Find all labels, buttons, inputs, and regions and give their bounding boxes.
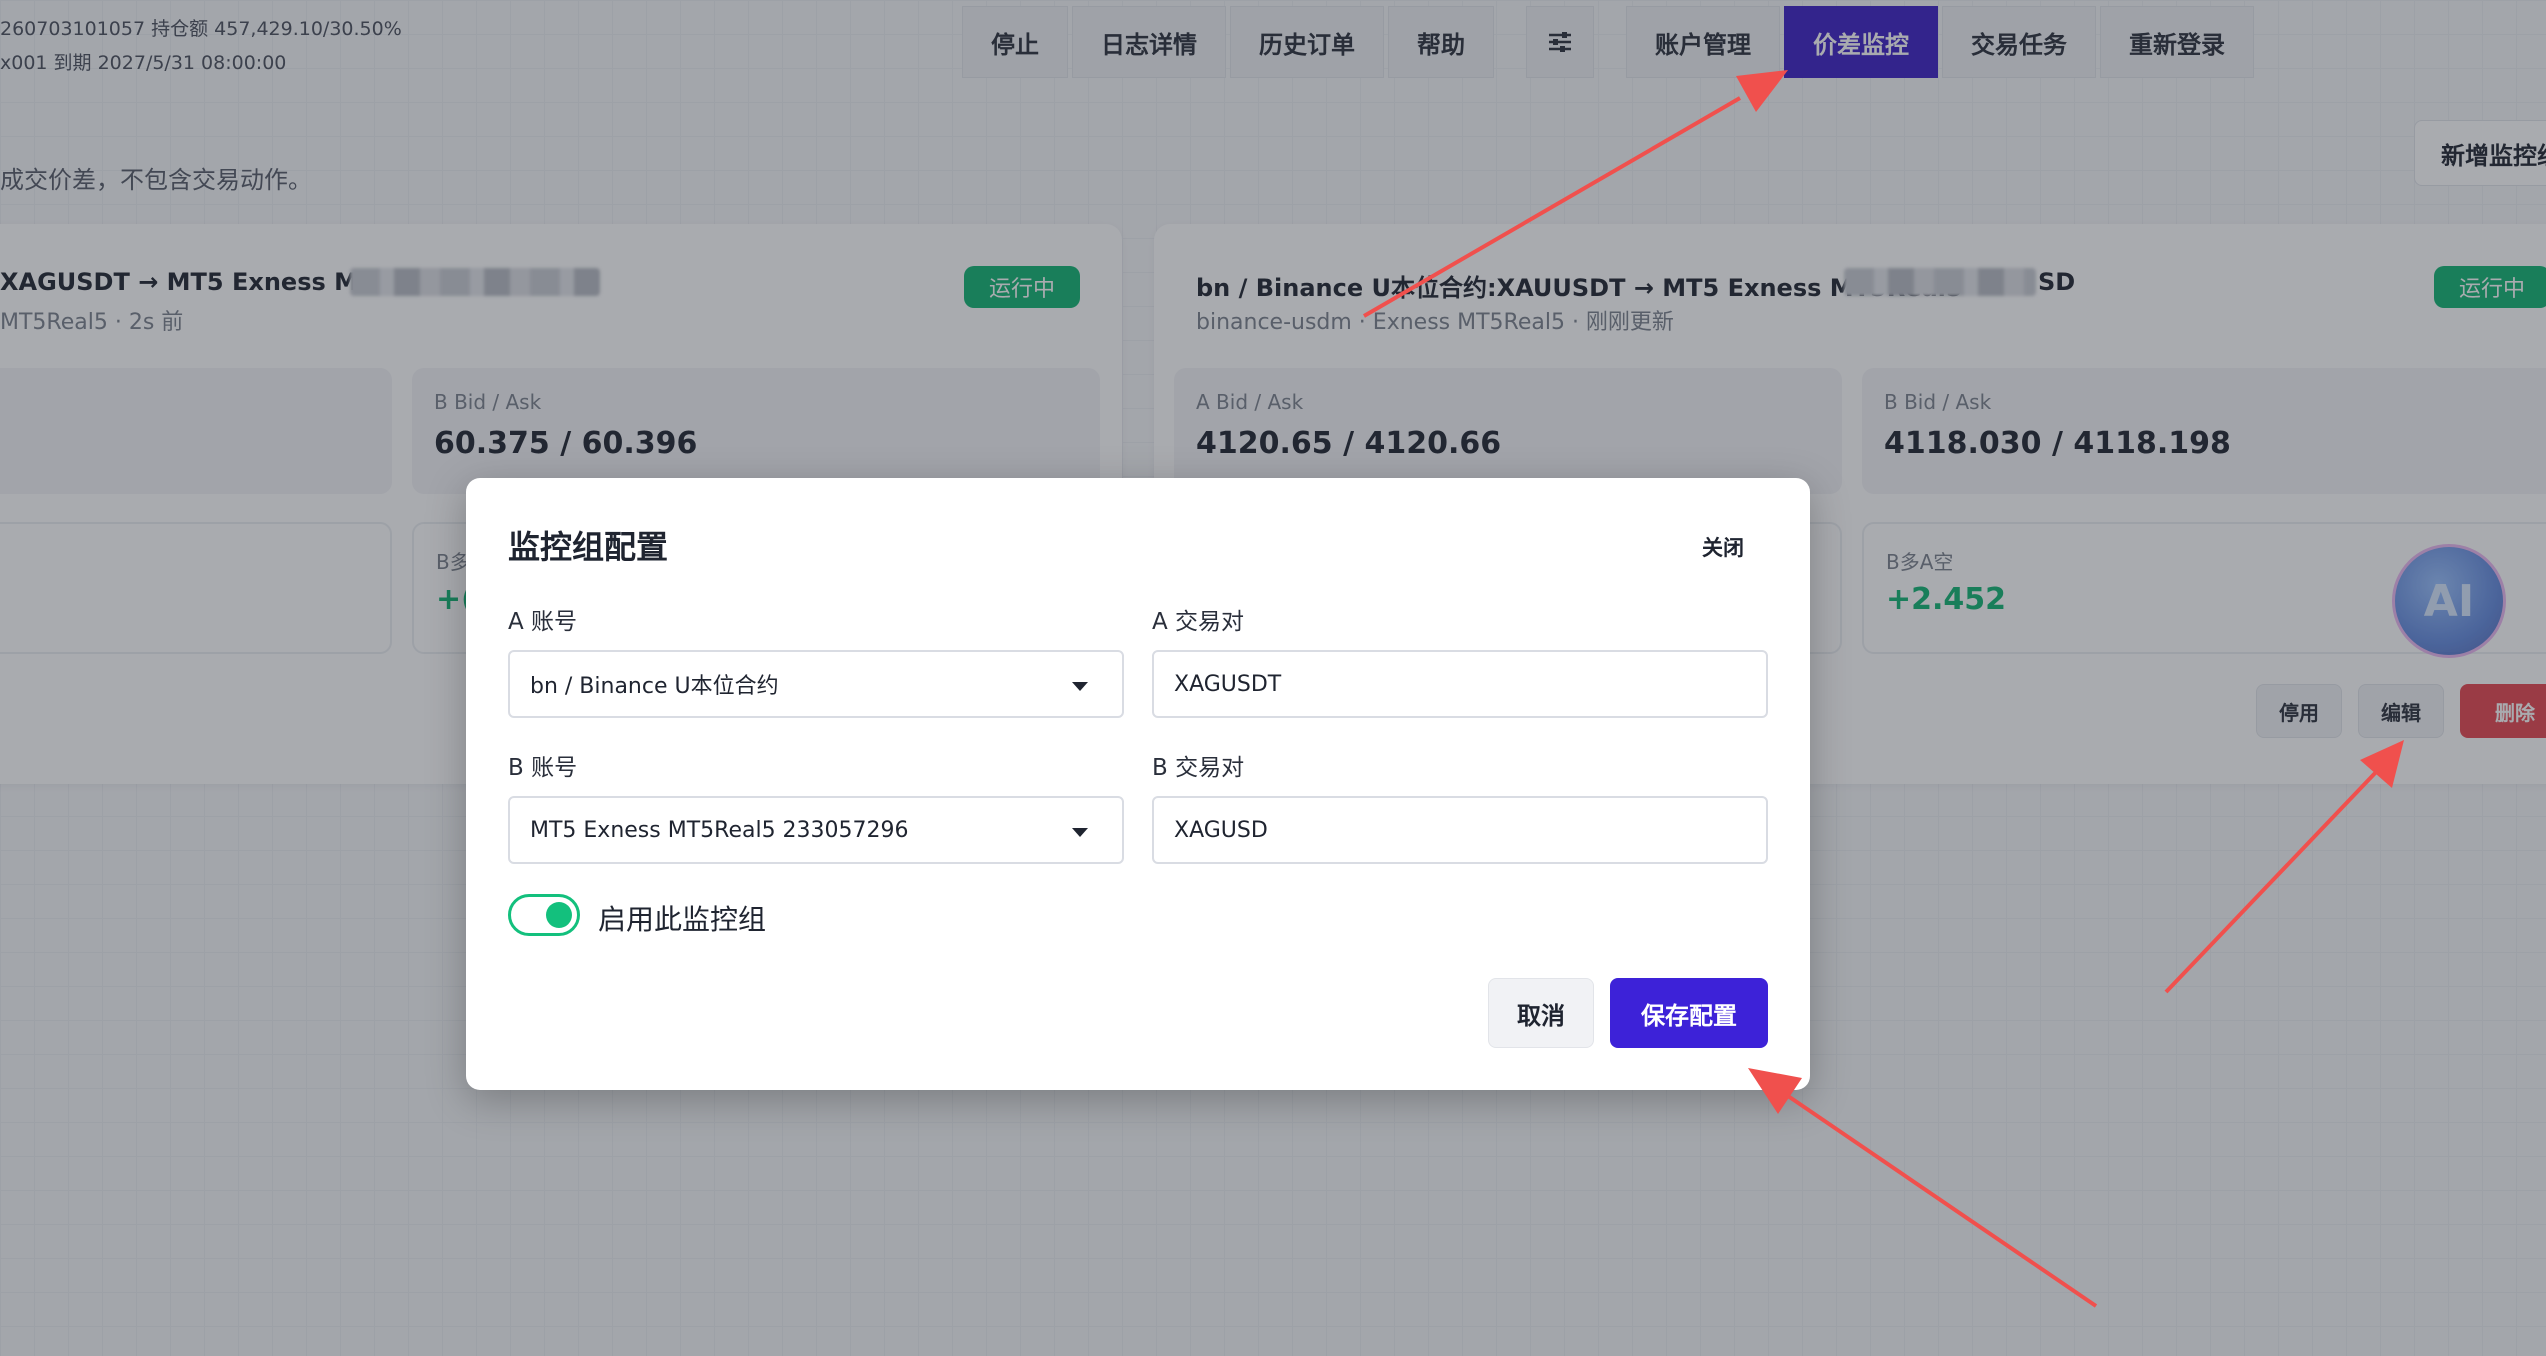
- chevron-down-icon: [1072, 682, 1088, 691]
- a-pair-value: XAGUSDT: [1174, 671, 1282, 697]
- dialog-title: 监控组配置: [508, 528, 669, 566]
- a-pair-input[interactable]: XAGUSDT: [1152, 650, 1768, 718]
- b-pair-input[interactable]: XAGUSD: [1152, 796, 1768, 864]
- a-account-value: bn / Binance U本位合约: [530, 674, 779, 699]
- b-account-label: B 账号: [508, 755, 578, 781]
- save-config-button[interactable]: 保存配置: [1610, 978, 1768, 1048]
- cancel-button[interactable]: 取消: [1488, 978, 1594, 1048]
- close-button[interactable]: 关闭: [1702, 532, 1744, 562]
- b-account-select[interactable]: MT5 Exness MT5Real5 233057296: [508, 796, 1124, 864]
- enable-toggle[interactable]: [508, 894, 580, 936]
- a-account-label: A 账号: [508, 609, 578, 635]
- enable-toggle-label: 启用此监控组: [598, 903, 767, 936]
- b-pair-label: B 交易对: [1152, 755, 1245, 781]
- a-account-select[interactable]: bn / Binance U本位合约: [508, 650, 1124, 718]
- toggle-knob: [546, 902, 572, 928]
- a-pair-label: A 交易对: [1152, 609, 1245, 635]
- b-account-value: MT5 Exness MT5Real5 233057296: [530, 817, 909, 843]
- chevron-down-icon: [1072, 828, 1088, 837]
- b-pair-value: XAGUSD: [1174, 817, 1268, 843]
- monitor-group-config-dialog: 监控组配置 关闭 A 账号 bn / Binance U本位合约 A 交易对 X…: [466, 478, 1810, 1090]
